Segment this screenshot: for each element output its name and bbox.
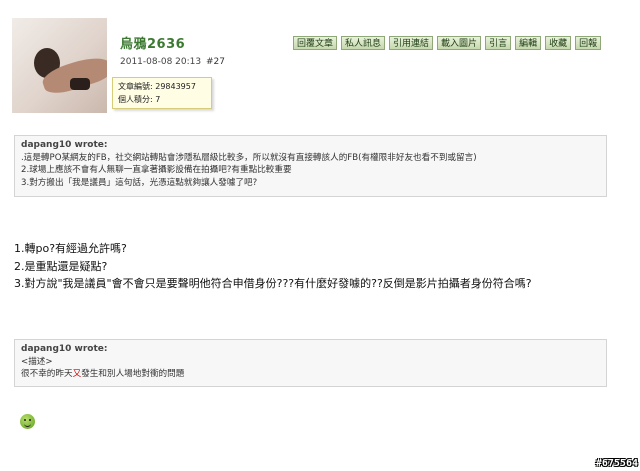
quote-line: 3.對方搬出「我是議員」這句話，光憑這點就夠讓人發噱了吧? (21, 177, 258, 188)
post-meta: 2011-08-08 20:13 #27 (120, 57, 225, 67)
reply-button[interactable]: 回覆文章 (293, 36, 338, 50)
quote-button[interactable]: 引言 (485, 36, 512, 50)
post-body: 1.轉po?有經過允許嗎? 2.是重點還是疑點? 3.對方說"我是議員"會不會只… (14, 240, 619, 293)
quote-line: 很不幸的昨天又發生和別人場地對衝的問題 (21, 368, 600, 381)
image-watermark: #675564 (595, 458, 638, 469)
post-toolbar: 回覆文章 私人訊息 引用連結 載入圖片 引言 編輯 收藏 回報 (293, 36, 602, 50)
post-number[interactable]: #27 (206, 57, 225, 67)
quote-block: dapang10 wrote: <描述> 很不幸的昨天又發生和別人場地對衝的問題 (14, 339, 607, 387)
quote-line: .這是轉PO某網友的FB，社交網站轉貼會涉隱私層級比較多，所以就沒有直接轉該人的… (21, 152, 477, 163)
reply-line: 1.轉po?有經過允許嗎? (14, 242, 127, 255)
reply-line: 3.對方說"我是議員"會不會只是要聲明他符合申借身份???有什麼好發噱的??反倒… (14, 277, 532, 290)
author-name[interactable]: 烏鴉2636 (120, 33, 185, 52)
smiley-icon (20, 414, 35, 429)
load-images-button[interactable]: 載入圖片 (437, 36, 482, 50)
quote-author: dapang10 wrote: (21, 140, 108, 150)
quote-line: 2.球場上應該不會有人無聊一直拿著攝影設備在拍攝吧?有重點比較重要 (21, 165, 292, 175)
article-id: 文章編號: 29843957 (118, 82, 196, 91)
private-message-button[interactable]: 私人訊息 (341, 36, 386, 50)
user-points: 個人積分: 7 (118, 95, 161, 104)
quote-author: dapang10 wrote: (21, 344, 108, 354)
quote-highlight: 又 (72, 369, 82, 379)
quote-text: 很不幸的昨天 (21, 369, 73, 379)
edit-button[interactable]: 編輯 (515, 36, 542, 50)
report-button[interactable]: 回報 (575, 36, 602, 50)
user-avatar[interactable] (12, 18, 107, 113)
quote-text: 發生和別人場地對衝的問題 (81, 369, 185, 379)
user-info-tooltip: 文章編號: 29843957 個人積分: 7 (112, 77, 212, 109)
quote-link-button[interactable]: 引用連結 (389, 36, 434, 50)
quote-block: dapang10 wrote: .這是轉PO某網友的FB，社交網站轉貼會涉隱私層… (14, 135, 607, 197)
favorite-button[interactable]: 收藏 (545, 36, 572, 50)
reply-line: 2.是重點還是疑點? (14, 259, 108, 273)
post-timestamp: 2011-08-08 20:13 (120, 57, 202, 67)
quote-placeholder: <描述> (21, 356, 53, 367)
